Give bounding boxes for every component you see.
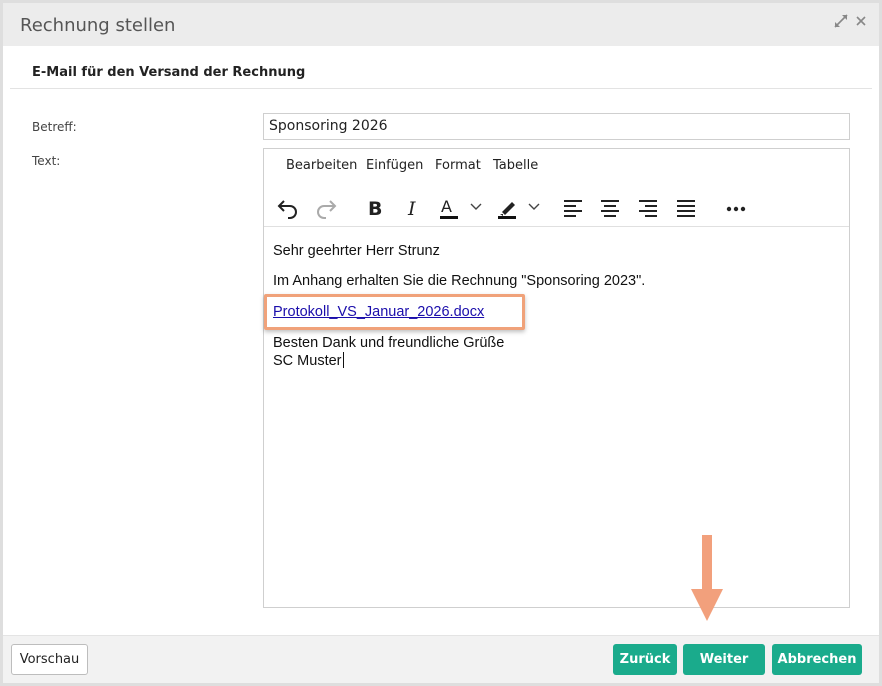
section-title: E-Mail für den Versand der Rechnung — [32, 65, 306, 80]
menu-format[interactable]: Format — [435, 158, 481, 173]
closing-line-2: SC Muster — [273, 353, 342, 369]
editor-menubar: Bearbeiten Einfügen Format Tabelle — [264, 149, 849, 183]
close-icon[interactable] — [854, 13, 868, 34]
closing-line-1: Besten Dank und freundliche Grüße — [273, 335, 505, 351]
editor-toolbar: B I A — [264, 185, 849, 227]
dialog-titlebar: Rechnung stellen — [3, 3, 879, 46]
section-header: E-Mail für den Versand der Rechnung — [10, 61, 872, 89]
menu-einfuegen[interactable]: Einfügen — [366, 158, 423, 173]
text-label: Text: — [32, 154, 61, 168]
greeting-paragraph: Sehr geehrter Herr Strunz — [273, 243, 440, 259]
align-right-icon[interactable] — [635, 193, 663, 221]
menu-bearbeiten[interactable]: Bearbeiten — [286, 158, 357, 173]
undo-icon[interactable] — [274, 193, 302, 221]
svg-text:I: I — [407, 198, 416, 220]
subject-label: Betreff: — [32, 120, 77, 134]
body-paragraph: Im Anhang erhalten Sie die Rechnung "Spo… — [273, 273, 646, 289]
maximize-icon[interactable] — [833, 13, 849, 34]
italic-icon[interactable]: I — [400, 193, 428, 221]
redo-icon[interactable] — [312, 193, 340, 221]
rich-text-editor[interactable]: Bearbeiten Einfügen Format Tabelle B I A… — [263, 148, 850, 608]
svg-text:A: A — [441, 197, 452, 216]
preview-button[interactable]: Vorschau — [11, 644, 88, 675]
more-icon[interactable] — [722, 193, 750, 221]
subject-input[interactable]: Sponsoring 2026 — [263, 113, 850, 140]
dialog-title: Rechnung stellen — [20, 15, 176, 36]
annotation-arrow-icon — [691, 535, 723, 621]
bold-icon[interactable]: B — [362, 193, 390, 221]
highlight-color-icon[interactable] — [494, 193, 544, 221]
align-justify-icon[interactable] — [673, 193, 701, 221]
menu-tabelle[interactable]: Tabelle — [493, 158, 538, 173]
cancel-button[interactable]: Abbrechen — [772, 644, 862, 675]
text-color-icon[interactable]: A — [436, 193, 486, 221]
align-center-icon[interactable] — [597, 193, 625, 221]
back-button[interactable]: Zurück — [613, 644, 677, 675]
invoice-dialog: Rechnung stellen E-Mail für den Versand … — [3, 3, 879, 683]
next-button[interactable]: Weiter — [683, 644, 765, 675]
align-left-icon[interactable] — [560, 193, 588, 221]
dialog-footer: Vorschau Zurück Weiter Abbrechen — [3, 635, 879, 683]
annotation-highlight-box — [264, 294, 525, 330]
svg-text:B: B — [368, 198, 382, 220]
text-cursor — [342, 352, 344, 368]
